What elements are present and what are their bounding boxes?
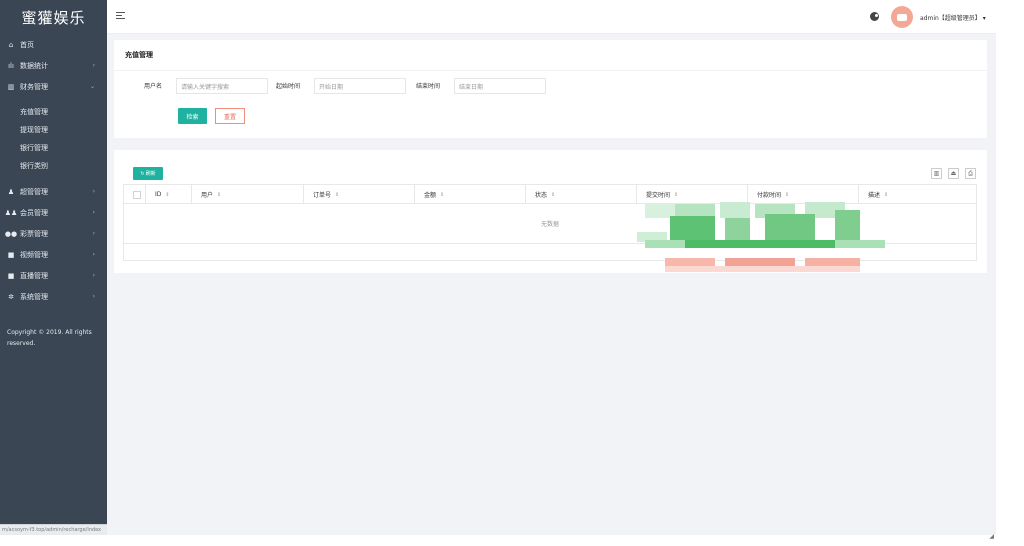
sort-icon: ⇕ <box>335 191 340 198</box>
col-header-label: 订单号 <box>313 192 332 199</box>
sidebar-subitem-bank[interactable]: 银行管理 <box>0 139 107 157</box>
live-icon: ■ <box>7 271 15 280</box>
status-bar-url: m/acsoym-f3.top/admin/recharge/index <box>0 524 107 535</box>
sidebar-item-system[interactable]: ✲ 系统管理 › <box>0 286 107 307</box>
col-header-label: 金额 <box>424 192 437 199</box>
sidebar-item-home[interactable]: ⌂ 首页 <box>0 34 107 55</box>
users-icon: ♟♟ <box>4 208 18 217</box>
end-time-label: 结束时间 <box>416 83 441 90</box>
user-menu[interactable]: admin【超级管理员】 ▾ <box>920 13 986 22</box>
app-logo[interactable]: 蜜獾娱乐 <box>0 0 107 34</box>
chevron-right-icon: › <box>92 272 95 279</box>
col-header-status[interactable]: 状态 ⇕ <box>526 185 637 204</box>
sidebar-item-video[interactable]: ■ 视频管理 › <box>0 244 107 265</box>
refresh-icon: ↻ <box>140 170 145 177</box>
select-all-cell <box>124 185 146 204</box>
search-button[interactable]: 检索 <box>178 108 207 124</box>
sidebar-subitem-bank-category[interactable]: 银行类别 <box>0 157 107 175</box>
select-all-checkbox[interactable] <box>133 190 141 199</box>
resize-handle-icon: ◢ <box>989 533 994 540</box>
col-header-id[interactable]: ID ⇕ <box>146 185 192 204</box>
topbar: admin【超级管理员】 ▾ <box>107 0 996 34</box>
col-header-label: 状态 <box>535 192 548 199</box>
refresh-button[interactable]: ↻ 刷新 <box>133 167 163 180</box>
bar-chart-icon: ılı <box>8 61 14 70</box>
page-title: 充值管理 <box>125 51 153 59</box>
gear-icon: ✲ <box>8 292 14 301</box>
chevron-right-icon: › <box>92 62 95 69</box>
sidebar-item-label: 会员管理 <box>20 208 48 217</box>
sort-icon: ⇕ <box>551 191 556 198</box>
sidebar-item-live[interactable]: ■ 直播管理 › <box>0 265 107 286</box>
chevron-down-icon: ⌄ <box>89 83 95 90</box>
print-icon[interactable]: ⎙ <box>965 168 976 179</box>
chevron-right-icon: › <box>92 209 95 216</box>
sidebar-menu: ⌂ 首页 ılı 数据统计 › ▥ 财务管理 ⌄ 充值管理 提现管理 银行管理 … <box>0 34 107 307</box>
avatar[interactable] <box>891 6 913 28</box>
col-header-order[interactable]: 订单号 ⇕ <box>304 185 415 204</box>
copyright-text: Copyright © 2019. All rights reserved. <box>7 329 92 347</box>
start-time-label: 起始时间 <box>276 83 301 90</box>
sidebar-item-label: 系统管理 <box>20 292 48 301</box>
sidebar-item-label: 首页 <box>20 40 34 49</box>
start-date-input[interactable]: 开始日期 <box>314 78 406 94</box>
username-input[interactable]: 请输入关键字搜索 <box>176 78 268 94</box>
col-header-label: 用户 <box>201 192 214 199</box>
sidebar: 蜜獾娱乐 ⌂ 首页 ılı 数据统计 › ▥ 财务管理 ⌄ 充值管理 提现管理 … <box>0 0 107 535</box>
col-header-label: ID <box>155 191 162 198</box>
reset-button[interactable]: 重置 <box>215 108 245 124</box>
home-icon: ⌂ <box>8 40 14 49</box>
gamepad-icon: ●● <box>4 229 18 238</box>
user-icon: ♟ <box>7 187 15 196</box>
divider <box>114 70 987 71</box>
sidebar-item-label: 彩票管理 <box>20 229 48 238</box>
censored-overlay <box>625 196 897 276</box>
sidebar-item-label: 直播管理 <box>20 271 48 280</box>
sidebar-item-label: 数据统计 <box>20 61 48 70</box>
video-icon: ■ <box>7 250 15 259</box>
sidebar-item-label: 财务管理 <box>20 82 48 91</box>
user-name: admin【超级管理员】 <box>920 15 981 22</box>
sort-icon: ⇕ <box>217 191 222 198</box>
palette-icon[interactable] <box>870 12 879 21</box>
sort-icon: ⇕ <box>165 191 170 198</box>
sidebar-subitem-withdraw[interactable]: 提现管理 <box>0 121 107 139</box>
menu-toggle-icon[interactable] <box>116 12 125 20</box>
col-header-amount[interactable]: 金额 ⇕ <box>415 185 526 204</box>
sidebar-item-label: 视频管理 <box>20 250 48 259</box>
col-header-user[interactable]: 用户 ⇕ <box>192 185 304 204</box>
end-date-input[interactable]: 结束日期 <box>454 78 546 94</box>
sidebar-item-label: 超管管理 <box>20 187 48 196</box>
chevron-down-icon: ▾ <box>982 15 986 22</box>
chevron-right-icon: › <box>92 251 95 258</box>
sidebar-item-statistics[interactable]: ılı 数据统计 › <box>0 55 107 76</box>
sidebar-subitem-recharge[interactable]: 充值管理 <box>0 103 107 121</box>
chevron-right-icon: › <box>92 293 95 300</box>
filter-panel: 充值管理 用户名 请输入关键字搜索 起始时间 开始日期 结束时间 结束日期 检索… <box>114 40 987 138</box>
sort-icon: ⇕ <box>440 191 445 198</box>
main-content: 充值管理 用户名 请输入关键字搜索 起始时间 开始日期 结束时间 结束日期 检索… <box>107 34 996 535</box>
chevron-right-icon: › <box>92 188 95 195</box>
bank-icon: ▥ <box>7 82 15 91</box>
sidebar-item-members[interactable]: ♟♟ 会员管理 › <box>0 202 107 223</box>
chevron-right-icon: › <box>92 230 95 237</box>
username-label: 用户名 <box>144 83 163 90</box>
sidebar-item-finance[interactable]: ▥ 财务管理 ⌄ <box>0 76 107 97</box>
refresh-label: 刷新 <box>145 171 156 177</box>
columns-icon[interactable]: ▥ <box>931 168 942 179</box>
sidebar-item-admins[interactable]: ♟ 超管管理 › <box>0 181 107 202</box>
export-icon[interactable]: ⏏ <box>948 168 959 179</box>
sidebar-item-lottery[interactable]: ●● 彩票管理 › <box>0 223 107 244</box>
